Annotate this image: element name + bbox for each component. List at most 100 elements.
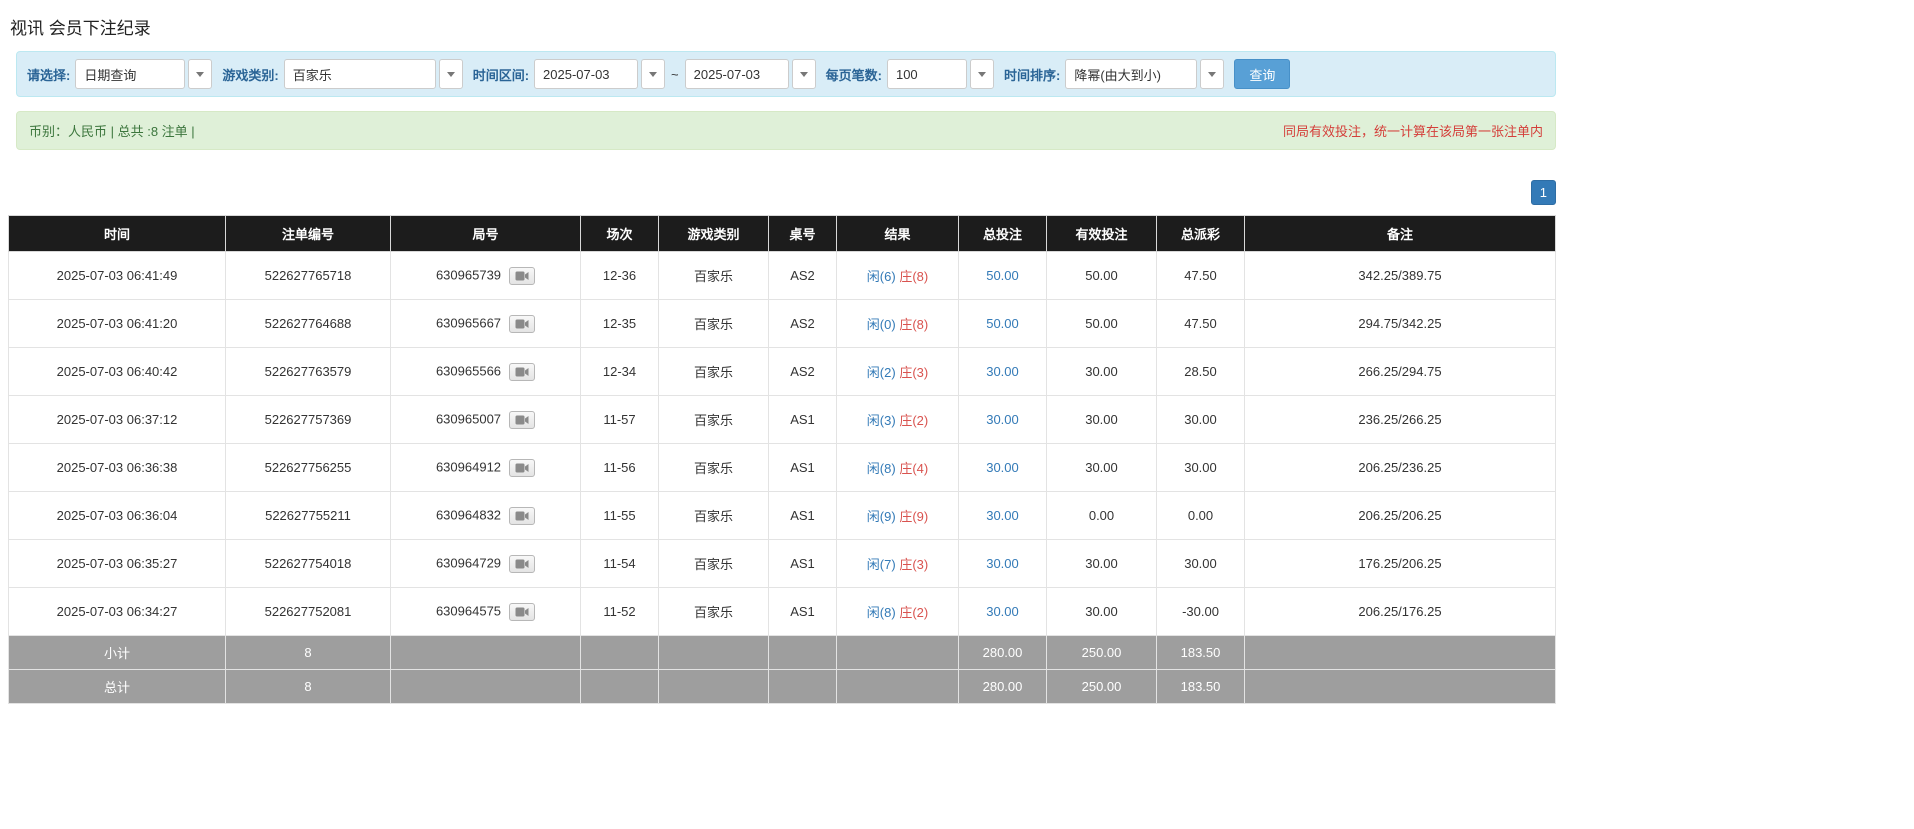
valid-bet-cell: 30.00 <box>1047 588 1157 636</box>
total-bet-link[interactable]: 50.00 <box>986 268 1019 283</box>
valid-bet-cell: 50.00 <box>1047 252 1157 300</box>
time-cell: 2025-07-03 06:41:49 <box>9 252 226 300</box>
game-type-dropdown-button[interactable] <box>439 59 463 89</box>
table-no-cell: AS1 <box>769 492 837 540</box>
page-size-input[interactable] <box>887 59 967 89</box>
bet-row: 2025-07-03 06:37:12522627757369630965007… <box>9 396 1556 444</box>
filter-group-query-type: 请选择: <box>27 59 212 89</box>
result-cell: 闲(7) 庄(3) <box>837 540 959 588</box>
filter-group-game-type: 游戏类别: <box>222 59 462 89</box>
time-cell: 2025-07-03 06:37:12 <box>9 396 226 444</box>
result-cell: 闲(3) 庄(2) <box>837 396 959 444</box>
game-type-cell: 百家乐 <box>659 540 769 588</box>
footer-count-cell: 8 <box>226 636 391 670</box>
note-cell: 342.25/389.75 <box>1245 252 1556 300</box>
footer-payout-cell: 183.50 <box>1157 670 1245 704</box>
game-type-cell: 百家乐 <box>659 300 769 348</box>
round-replay-button[interactable] <box>509 363 535 381</box>
bet-row: 2025-07-03 06:35:27522627754018630964729… <box>9 540 1556 588</box>
total-bet-cell: 30.00 <box>959 588 1047 636</box>
game-type-input[interactable] <box>284 59 436 89</box>
round-id: 630964575 <box>436 603 501 618</box>
page-title: 视讯 会员下注纪录 <box>10 14 1556 39</box>
footer-note-cell <box>1245 670 1556 704</box>
round-replay-button[interactable] <box>509 267 535 285</box>
page-button-1[interactable]: 1 <box>1531 180 1556 205</box>
result-cell: 闲(2) 庄(3) <box>837 348 959 396</box>
bet-id-cell: 522627756255 <box>226 444 391 492</box>
session-cell: 11-54 <box>581 540 659 588</box>
valid-bet-cell: 50.00 <box>1047 300 1157 348</box>
column-header: 局号 <box>391 216 581 252</box>
round-replay-button[interactable] <box>509 555 535 573</box>
footer-empty-cell <box>837 636 959 670</box>
game-type-label: 游戏类别: <box>222 65 278 84</box>
bet-id-cell: 522627754018 <box>226 540 391 588</box>
video-replay-icon <box>515 318 529 330</box>
query-type-input[interactable] <box>75 59 185 89</box>
total-bet-cell: 50.00 <box>959 300 1047 348</box>
time-cell: 2025-07-03 06:40:42 <box>9 348 226 396</box>
date-range-separator: ~ <box>671 67 679 82</box>
caret-down-icon <box>1208 72 1216 77</box>
bet-id-cell: 522627765718 <box>226 252 391 300</box>
video-replay-icon <box>515 558 529 570</box>
total-bet-link[interactable]: 30.00 <box>986 364 1019 379</box>
bet-id-cell: 522627764688 <box>226 300 391 348</box>
table-no-cell: AS1 <box>769 588 837 636</box>
column-header: 注单编号 <box>226 216 391 252</box>
total-bet-link[interactable]: 30.00 <box>986 604 1019 619</box>
total-bet-link[interactable]: 50.00 <box>986 316 1019 331</box>
total-bet-link[interactable]: 30.00 <box>986 508 1019 523</box>
total-bet-link[interactable]: 30.00 <box>986 412 1019 427</box>
bet-row: 2025-07-03 06:41:20522627764688630965667… <box>9 300 1556 348</box>
date-from-dropdown-button[interactable] <box>641 59 665 89</box>
column-header: 结果 <box>837 216 959 252</box>
footer-empty-cell <box>769 670 837 704</box>
page-size-dropdown-button[interactable] <box>970 59 994 89</box>
bet-id-cell: 522627757369 <box>226 396 391 444</box>
round-cell: 630964912 <box>391 444 581 492</box>
column-header: 桌号 <box>769 216 837 252</box>
page-size-label: 每页笔数: <box>826 65 882 84</box>
total-bet-link[interactable]: 30.00 <box>986 460 1019 475</box>
result-cell: 闲(8) 庄(4) <box>837 444 959 492</box>
footer-empty-cell <box>659 670 769 704</box>
date-to-input[interactable] <box>685 59 789 89</box>
total-bet-cell: 30.00 <box>959 492 1047 540</box>
table-no-cell: AS1 <box>769 444 837 492</box>
column-header: 总投注 <box>959 216 1047 252</box>
video-replay-icon <box>515 606 529 618</box>
note-cell: 266.25/294.75 <box>1245 348 1556 396</box>
round-replay-button[interactable] <box>509 315 535 333</box>
round-replay-button[interactable] <box>509 603 535 621</box>
column-header: 场次 <box>581 216 659 252</box>
total-bet-link[interactable]: 30.00 <box>986 556 1019 571</box>
note-cell: 206.25/236.25 <box>1245 444 1556 492</box>
time-cell: 2025-07-03 06:36:04 <box>9 492 226 540</box>
footer-valid-bet-cell: 250.00 <box>1047 636 1157 670</box>
footer-empty-cell <box>581 636 659 670</box>
video-replay-icon <box>515 270 529 282</box>
date-from-input[interactable] <box>534 59 638 89</box>
payout-cell: 0.00 <box>1157 492 1245 540</box>
valid-bet-cell: 30.00 <box>1047 540 1157 588</box>
result-player: 闲(2) <box>867 365 896 380</box>
round-replay-button[interactable] <box>509 459 535 477</box>
result-banker: 庄(4) <box>899 461 928 476</box>
sort-input[interactable] <box>1065 59 1197 89</box>
round-replay-button[interactable] <box>509 411 535 429</box>
result-banker: 庄(2) <box>899 413 928 428</box>
note-cell: 206.25/176.25 <box>1245 588 1556 636</box>
search-button[interactable]: 查询 <box>1234 59 1290 89</box>
sort-dropdown-button[interactable] <box>1200 59 1224 89</box>
query-type-dropdown-button[interactable] <box>188 59 212 89</box>
column-header: 有效投注 <box>1047 216 1157 252</box>
page-size-select <box>887 59 994 89</box>
date-to-dropdown-button[interactable] <box>792 59 816 89</box>
round-replay-button[interactable] <box>509 507 535 525</box>
valid-bet-cell: 30.00 <box>1047 348 1157 396</box>
date-to-select <box>685 59 816 89</box>
summary-bar: 币别：人民币 | 总共 :8 注单 | 同局有效投注，统一计算在该局第一张注单内 <box>16 111 1556 150</box>
video-replay-icon <box>515 510 529 522</box>
